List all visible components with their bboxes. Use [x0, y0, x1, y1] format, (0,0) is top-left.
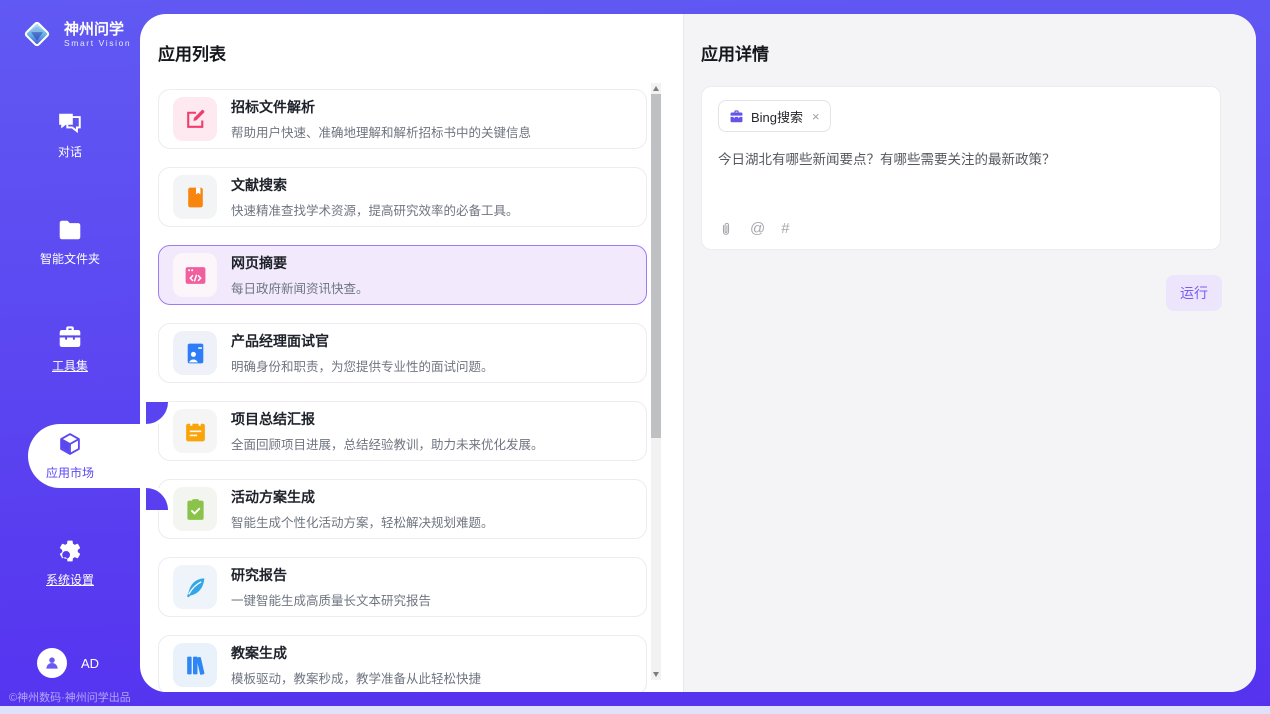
app-card-event-plan[interactable]: 活动方案生成 智能生成个性化活动方案，轻松解决规划难题。	[158, 479, 647, 539]
sidebar-nav: 对话 智能文件夹 工具集 应用市场 系统设置	[0, 103, 140, 638]
cube-icon	[57, 431, 83, 457]
scrollbar[interactable]	[651, 83, 661, 680]
composer-toolbar: @#	[718, 220, 1204, 237]
gear-icon	[57, 538, 83, 564]
app-card-tender-parse[interactable]: 招标文件解析 帮助用户快速、准确地理解和解析招标书中的关键信息	[158, 89, 647, 149]
app-card-webpage-summary[interactable]: 网页摘要 每日政府新闻资讯快查。	[158, 245, 647, 305]
copyright-text: ©神州数码·神州问学出品	[9, 689, 131, 705]
app-card-desc: 每日政府新闻资讯快查。	[231, 278, 369, 297]
app-card-research-report[interactable]: 研究报告 一键智能生成高质量长文本研究报告	[158, 557, 647, 617]
sidebar-item-smart-folder[interactable]: 智能文件夹	[0, 210, 140, 274]
app-list-title: 应用列表	[158, 40, 683, 65]
app-card-desc: 帮助用户快速、准确地理解和解析招标书中的关键信息	[231, 122, 531, 141]
app-list: 招标文件解析 帮助用户快速、准确地理解和解析招标书中的关键信息 文献搜索 快速精…	[158, 89, 647, 692]
sidebar-item-toolset[interactable]: 工具集	[0, 317, 140, 381]
app-card-desc: 智能生成个性化活动方案，轻松解决规划难题。	[231, 512, 494, 531]
avatar[interactable]	[37, 648, 67, 678]
sidebar-item-app-market[interactable]: 应用市场	[28, 424, 140, 488]
scrollbar-up-icon[interactable]	[651, 83, 661, 94]
plugin-chip[interactable]: Bing搜索 ×	[718, 100, 831, 132]
folder-icon	[57, 217, 83, 243]
app-card-desc: 全面回顾项目进展，总结经验教训，助力未来优化发展。	[231, 434, 544, 453]
app-detail-title: 应用详情	[701, 40, 1222, 65]
brand-logo: 神州问学 Smart Vision	[0, 0, 140, 53]
app-card-lesson-plan[interactable]: 教案生成 模板驱动，教案秒成，教学准备从此轻松快捷	[158, 635, 647, 692]
app-card-desc: 一键智能生成高质量长文本研究报告	[231, 590, 431, 609]
app-card-title: 文献搜索	[231, 175, 519, 195]
sidebar-item-chat[interactable]: 对话	[0, 103, 140, 167]
composer-card: Bing搜索 × 今日湖北有哪些新闻要点？有哪些需要关注的最新政策？ @#	[701, 86, 1221, 250]
scrollbar-down-icon[interactable]	[651, 669, 661, 680]
app-card-title: 教案生成	[231, 643, 481, 663]
main-content: 应用列表 招标文件解析 帮助用户快速、准确地理解和解析招标书中的关键信息 文献搜…	[140, 14, 1256, 692]
brand-name: 神州问学	[64, 21, 131, 38]
app-card-pm-interviewer[interactable]: 产品经理面试官 明确身份和职责，为您提供专业性的面试问题。	[158, 323, 647, 383]
book-icon	[173, 175, 217, 219]
attachment-icon[interactable]	[718, 221, 734, 237]
quill-icon	[173, 565, 217, 609]
browser-code-icon	[173, 253, 217, 297]
calendar-icon	[173, 409, 217, 453]
toolbox-icon	[57, 324, 83, 350]
diamond-logo-icon	[18, 15, 56, 53]
app-detail-panel: 应用详情 Bing搜索 × 今日湖北有哪些新闻要点？有哪些需要关注的最新政策？ …	[683, 14, 1256, 692]
app-card-title: 招标文件解析	[231, 97, 531, 117]
chip-close-icon[interactable]: ×	[812, 109, 820, 124]
app-card-desc: 明确身份和职责，为您提供专业性的面试问题。	[231, 356, 494, 375]
app-card-title: 研究报告	[231, 565, 431, 585]
hash-icon[interactable]: #	[781, 220, 789, 237]
brand-slogan: Smart Vision	[64, 38, 131, 48]
briefcase-icon	[729, 109, 744, 124]
mention-icon[interactable]: @	[750, 220, 765, 237]
query-input[interactable]: 今日湖北有哪些新闻要点？有哪些需要关注的最新政策？	[718, 150, 1204, 170]
clipboard-check-icon	[173, 487, 217, 531]
app-card-desc: 快速精准查找学术资源，提高研究效率的必备工具。	[231, 200, 519, 219]
app-card-literature-search[interactable]: 文献搜索 快速精准查找学术资源，提高研究效率的必备工具。	[158, 167, 647, 227]
sidebar: 神州问学 Smart Vision 对话 智能文件夹 工具集 应用市场 系统设置	[0, 0, 140, 714]
sidebar-item-settings[interactable]: 系统设置	[0, 531, 140, 595]
window-bottom-edge	[0, 706, 1270, 714]
document-edit-icon	[173, 97, 217, 141]
user-label: AD	[81, 656, 99, 671]
app-card-title: 活动方案生成	[231, 487, 494, 507]
notch-top	[146, 402, 168, 424]
app-list-panel: 应用列表 招标文件解析 帮助用户快速、准确地理解和解析招标书中的关键信息 文献搜…	[140, 14, 683, 692]
app-card-title: 项目总结汇报	[231, 409, 544, 429]
chat-icon	[57, 110, 83, 136]
scrollbar-thumb[interactable]	[651, 94, 661, 438]
run-button[interactable]: 运行	[1166, 275, 1222, 311]
app-card-title: 产品经理面试官	[231, 331, 494, 351]
books-icon	[173, 643, 217, 687]
interviewer-icon	[173, 331, 217, 375]
plugin-chip-label: Bing搜索	[751, 107, 803, 126]
app-card-desc: 模板驱动，教案秒成，教学准备从此轻松快捷	[231, 668, 481, 687]
notch-bottom	[146, 488, 168, 510]
app-card-title: 网页摘要	[231, 253, 369, 273]
user-row: AD	[37, 648, 99, 678]
app-card-project-summary[interactable]: 项目总结汇报 全面回顾项目进展，总结经验教训，助力未来优化发展。	[158, 401, 647, 461]
